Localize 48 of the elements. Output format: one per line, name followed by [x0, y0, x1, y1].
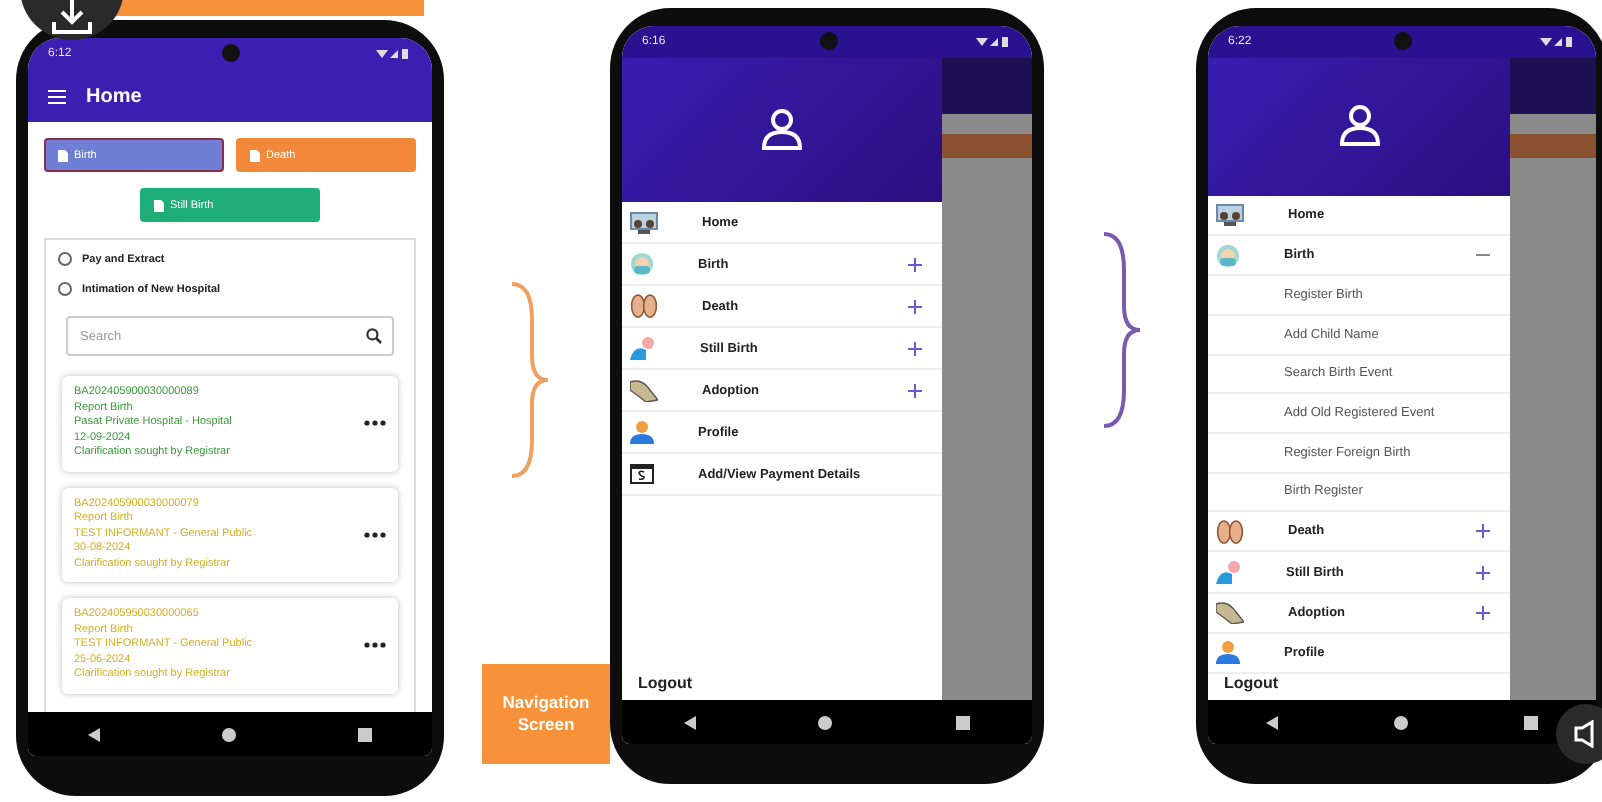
- recents-square-icon[interactable]: [357, 727, 372, 741]
- baby-icon: [630, 252, 654, 276]
- search-icon[interactable]: [366, 328, 382, 344]
- document-icon: [250, 149, 260, 161]
- user-icon: [759, 108, 804, 152]
- screen-title: Home: [86, 85, 142, 107]
- expand-icon[interactable]: [1476, 605, 1491, 620]
- feet-icon: [1216, 519, 1244, 544]
- expand-icon[interactable]: [1476, 524, 1491, 539]
- mother-baby-icon: [630, 336, 656, 360]
- document-icon: [154, 199, 164, 211]
- person-icon: [630, 420, 654, 444]
- computer-users-icon: [630, 211, 658, 233]
- feet-icon: [630, 294, 658, 318]
- expand-icon[interactable]: [907, 257, 922, 271]
- computer-users-icon: [1216, 204, 1244, 227]
- signal-battery-icon: [976, 36, 1012, 48]
- logout-link[interactable]: Logout: [1208, 674, 1511, 700]
- expand-icon[interactable]: [907, 341, 922, 355]
- back-icon[interactable]: [683, 715, 696, 729]
- more-icon[interactable]: [364, 642, 386, 649]
- home-circle-icon[interactable]: [1394, 715, 1408, 729]
- speaker-icon: [1574, 720, 1598, 748]
- expand-icon[interactable]: [1476, 565, 1491, 580]
- menu-icon[interactable]: [48, 89, 66, 103]
- callout-label: Navigation Screen: [482, 664, 610, 764]
- download-icon: [52, 0, 92, 34]
- radio-button[interactable]: [58, 252, 72, 266]
- person-icon: [1216, 640, 1240, 665]
- signal-battery-icon: [376, 48, 412, 60]
- recents-square-icon[interactable]: [956, 715, 971, 729]
- document-icon: [58, 149, 68, 161]
- signal-battery-icon: [1540, 36, 1576, 48]
- recents-square-icon[interactable]: [1524, 715, 1538, 729]
- radio-button[interactable]: [58, 282, 72, 296]
- more-icon[interactable]: [364, 531, 386, 538]
- dollar-bill-icon: [630, 464, 654, 484]
- mother-baby-icon: [1216, 560, 1242, 585]
- expand-icon[interactable]: [907, 383, 922, 397]
- expand-icon[interactable]: [907, 299, 922, 313]
- home-circle-icon[interactable]: [818, 715, 833, 729]
- back-icon[interactable]: [88, 727, 101, 741]
- logout-link[interactable]: Logout: [622, 674, 942, 700]
- more-icon[interactable]: [364, 420, 386, 427]
- back-icon[interactable]: [1266, 715, 1278, 729]
- user-icon: [1337, 104, 1382, 149]
- home-circle-icon[interactable]: [221, 727, 236, 741]
- baby-icon: [1216, 243, 1240, 268]
